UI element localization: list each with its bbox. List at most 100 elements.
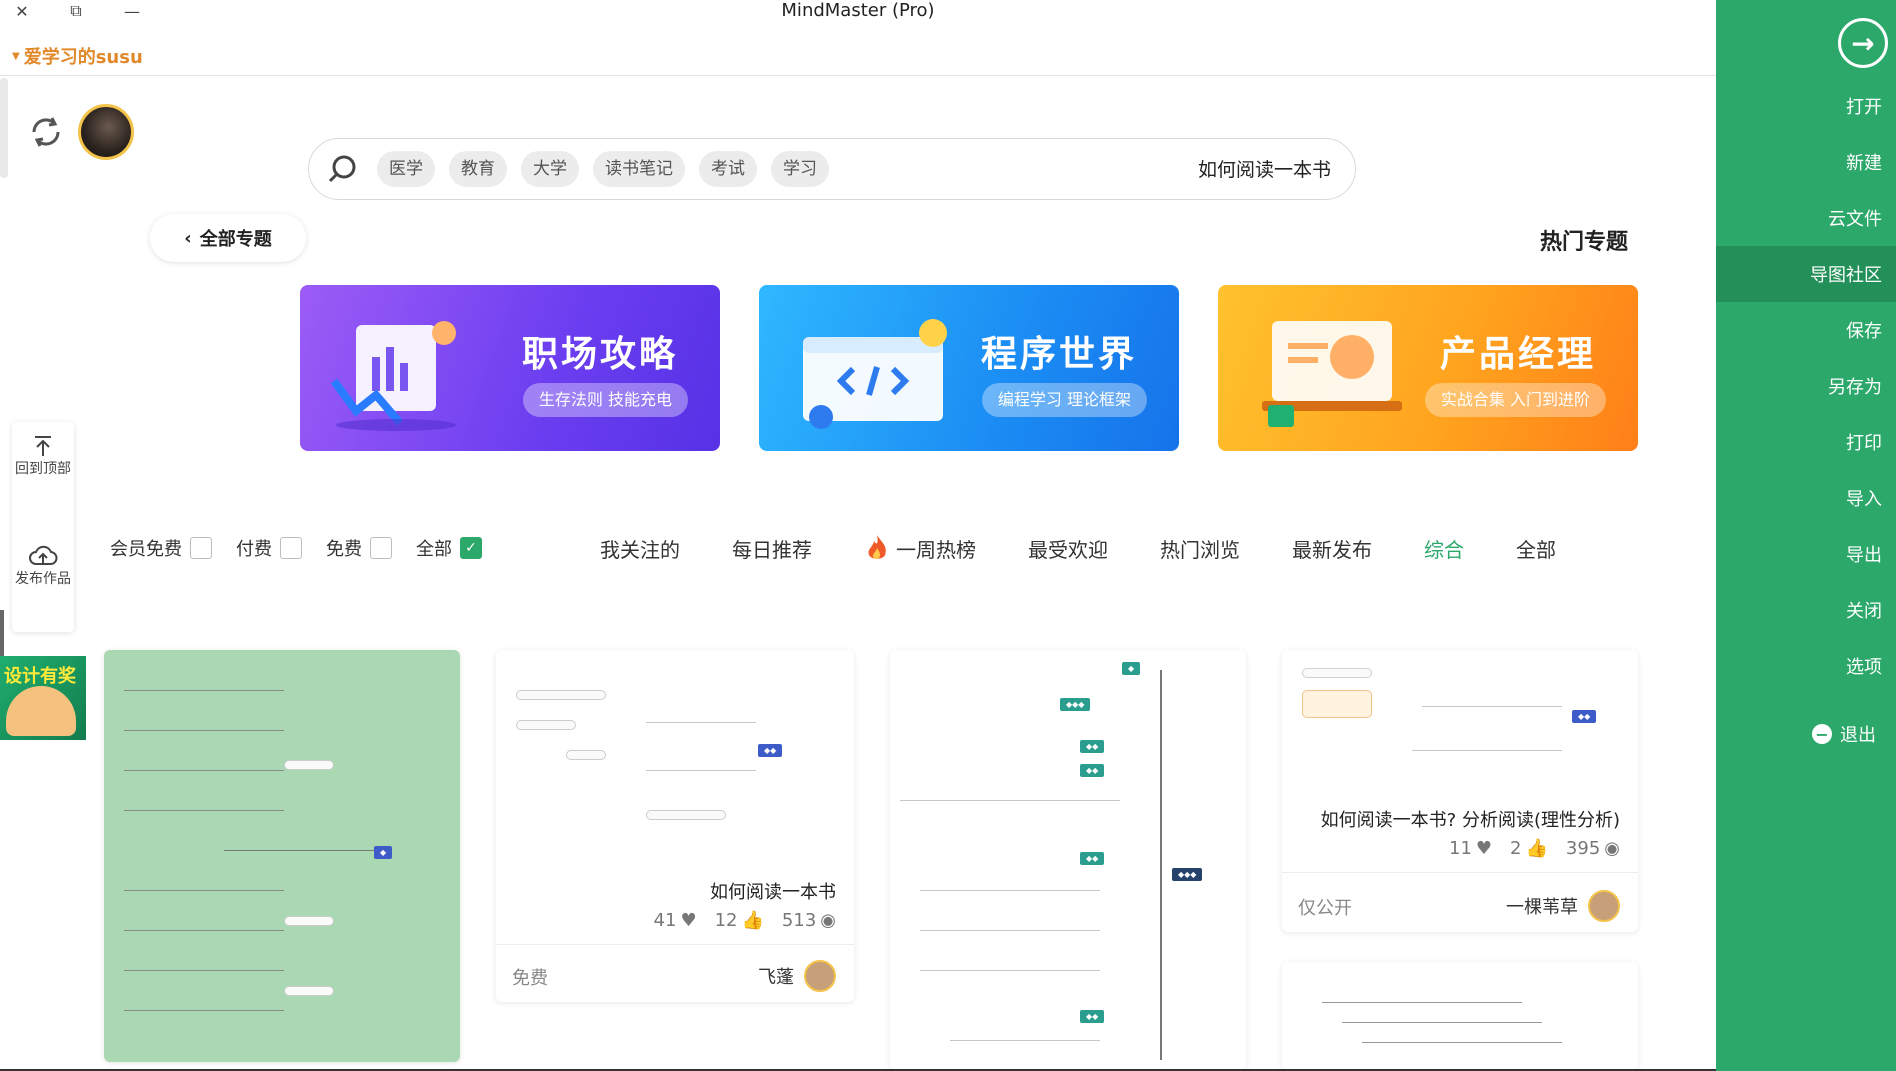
filter-label: 全部 xyxy=(416,539,452,560)
card-author[interactable]: 飞蓬 xyxy=(758,960,836,992)
favorites-value: 11 xyxy=(1449,838,1472,859)
filter-label: 付费 xyxy=(236,539,272,560)
nav-daily-picks[interactable]: 每日推荐 xyxy=(732,534,812,563)
banner-subtitle: 编程学习 理论框架 xyxy=(981,383,1147,417)
mindmap-root-node: ◆ xyxy=(374,846,393,859)
likes-count: 12 👍 xyxy=(715,910,764,931)
all-topics-button[interactable]: ‹ 全部专题 xyxy=(150,214,306,262)
app-window: ✕ ⧉ — MindMaster (Pro) ▼ 爱学习的susu 医学 教育 … xyxy=(0,0,1896,1071)
user-menu[interactable]: ▼ 爱学习的susu xyxy=(0,36,143,76)
sidebar-item-exit[interactable]: − 退出 xyxy=(1716,706,1896,762)
laptop-chart-icon xyxy=(1262,321,1402,427)
user-name: 爱学习的susu xyxy=(23,47,143,68)
nav-following[interactable]: 我关注的 xyxy=(600,534,680,563)
mindmap-card[interactable]: ◆ xyxy=(104,650,460,1062)
filter-all[interactable]: 全部 ✓ xyxy=(416,535,482,561)
mindmap-leaf xyxy=(284,760,334,770)
card-price: 仅公开 xyxy=(1298,898,1352,919)
mindmap-branch xyxy=(124,930,284,931)
back-arrow-icon[interactable]: → xyxy=(1838,18,1888,68)
back-to-top-button[interactable]: 回到顶部 xyxy=(12,434,74,478)
thumbs-up-icon: 👍 xyxy=(741,910,764,931)
chevron-left-icon: ‹ xyxy=(184,227,192,249)
views-value: 395 xyxy=(1565,838,1601,859)
sidebar-item-import[interactable]: 导入 xyxy=(1716,470,1896,526)
topic-banner-product-manager[interactable]: 产品经理 实战合集 入门到进阶 xyxy=(1218,285,1638,451)
publish-button[interactable]: 发布作品 xyxy=(12,544,74,588)
author-name: 一棵苇草 xyxy=(1506,897,1578,918)
sidebar-item-cloud-files[interactable]: 云文件 xyxy=(1716,190,1896,246)
mindmap-card[interactable]: ◆◆ 如何阅读一本书 41 ♥ 12 👍 513 ◉ 飞蓬 免费 xyxy=(496,650,854,1002)
chevron-down-icon: ▼ xyxy=(12,50,20,62)
nav-hot-browsing[interactable]: 热门浏览 xyxy=(1160,534,1240,563)
card-stats: 11 ♥ 2 👍 395 ◉ xyxy=(1449,838,1620,859)
likes-value: 12 xyxy=(714,910,738,931)
search-bar[interactable]: 医学 教育 大学 读书笔记 考试 学习 如何阅读一本书 xyxy=(308,138,1356,200)
topic-banner-workplace[interactable]: 职场攻略 生存法则 技能充电 xyxy=(300,285,720,451)
promo-text: 设计有奖 xyxy=(4,666,76,687)
search-icon[interactable] xyxy=(327,153,359,185)
sync-icon[interactable] xyxy=(26,112,66,152)
sidebar-item-save-as[interactable]: 另存为 xyxy=(1716,358,1896,414)
sidebar-item-options[interactable]: 选项 xyxy=(1716,638,1896,694)
sidebar-item-open[interactable]: 打开 xyxy=(1716,78,1896,134)
nav-all[interactable]: 全部 xyxy=(1516,534,1556,563)
filter-member-free[interactable]: 会员免费 xyxy=(110,535,212,561)
heart-icon: ♥ xyxy=(1475,838,1493,859)
views-count: 395 ◉ xyxy=(1566,838,1620,859)
mindmap-leaf xyxy=(284,986,334,996)
avatar[interactable] xyxy=(78,104,134,160)
mindmap-card[interactable]: ◆◆ 如何阅读一本书? 分析阅读(理性分析) 11 ♥ 2 👍 395 ◉ 一棵苇草 … xyxy=(1282,650,1638,932)
mindmap-root-node: ◆◆◆ xyxy=(1172,868,1203,881)
search-tag[interactable]: 大学 xyxy=(521,151,579,187)
mindmap-topic-node: ◆◆ xyxy=(1080,764,1105,777)
mindmap-card[interactable] xyxy=(1282,962,1638,1070)
mindmap-branch xyxy=(124,1010,284,1011)
sidebar-item-close[interactable]: 关闭 xyxy=(1716,582,1896,638)
checkbox[interactable] xyxy=(370,537,392,559)
nav-weekly-hot-label: 一周热榜 xyxy=(896,537,976,562)
nav-latest[interactable]: 最新发布 xyxy=(1292,534,1372,563)
card-thumbnail: ◆◆ xyxy=(1282,650,1638,780)
filter-nav: 我关注的 每日推荐 一周热榜 最受欢迎 热门浏览 最新发布 综合 全部 xyxy=(600,528,1556,568)
mindmap-branch xyxy=(1412,750,1562,751)
scrollbar[interactable] xyxy=(0,78,8,178)
mindmap-branch xyxy=(124,970,284,971)
filter-free[interactable]: 免费 xyxy=(326,535,392,561)
mindmap-branch xyxy=(124,690,284,691)
heart-icon: ♥ xyxy=(680,910,697,931)
search-tag[interactable]: 考试 xyxy=(699,151,757,187)
views-value: 513 xyxy=(781,910,817,931)
nav-comprehensive[interactable]: 综合 xyxy=(1424,534,1464,563)
sidebar-item-export[interactable]: 导出 xyxy=(1716,526,1896,582)
search-tag[interactable]: 读书笔记 xyxy=(593,151,685,187)
banner-subtitle: 生存法则 技能充电 xyxy=(522,383,688,417)
search-tag[interactable]: 教育 xyxy=(449,151,507,187)
likes-value: 2 xyxy=(1510,838,1522,859)
promo-illustration xyxy=(6,686,76,736)
thumbs-up-icon: 👍 xyxy=(1525,838,1548,859)
checkbox[interactable] xyxy=(280,537,302,559)
promo-thumbnail[interactable]: 设计有奖 xyxy=(0,656,86,740)
mindmap-topic-node: ◆◆ xyxy=(1080,852,1105,865)
checkbox-checked[interactable]: ✓ xyxy=(460,537,482,559)
sidebar-item-save[interactable]: 保存 xyxy=(1716,302,1896,358)
search-input[interactable]: 如何阅读一本书 xyxy=(1198,155,1331,182)
topic-banner-programming[interactable]: 程序世界 编程学习 理论框架 xyxy=(759,285,1179,451)
sidebar-item-community[interactable]: 导图社区 xyxy=(1716,246,1896,302)
nav-most-popular[interactable]: 最受欢迎 xyxy=(1028,534,1108,563)
banner-title: 程序世界 xyxy=(980,334,1137,375)
card-author[interactable]: 一棵苇草 xyxy=(1506,890,1620,922)
mindmap-topic-node: ◆◆ xyxy=(1080,1010,1105,1023)
mindmap-card[interactable]: ◆◆◆ ◆ ◆◆◆ ◆◆ ◆◆ ◆◆ ◆◆ xyxy=(890,650,1246,1070)
checkbox[interactable] xyxy=(190,537,212,559)
sidebar-item-print[interactable]: 打印 xyxy=(1716,414,1896,470)
hot-topics-title: 热门专题 xyxy=(1540,230,1629,255)
mindmap-branch xyxy=(950,1040,1100,1041)
search-tag[interactable]: 医学 xyxy=(377,151,435,187)
filter-paid[interactable]: 付费 xyxy=(236,535,302,561)
nav-weekly-hot[interactable]: 一周热榜 xyxy=(864,533,976,563)
publish-label: 发布作品 xyxy=(15,571,71,587)
search-tag[interactable]: 学习 xyxy=(771,151,829,187)
sidebar-item-new[interactable]: 新建 xyxy=(1716,134,1896,190)
